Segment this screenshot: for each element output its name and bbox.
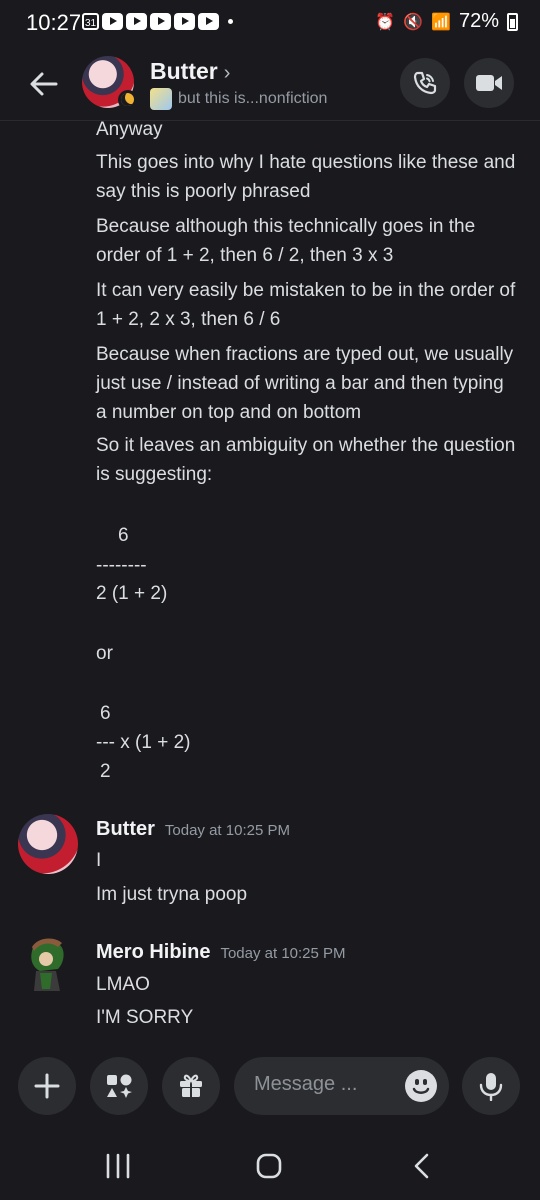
author-name: Butter — [96, 818, 155, 840]
custom-status-text: but this is...nonfiction — [178, 90, 328, 107]
recent-apps-icon[interactable] — [104, 1153, 132, 1179]
youtube-icon — [150, 13, 171, 30]
author-name: Mero Hibine — [96, 941, 211, 963]
phone-icon — [413, 71, 437, 95]
gift-icon — [180, 1074, 202, 1097]
add-attachment-button[interactable] — [18, 1057, 76, 1115]
notification-icons: 31 — [82, 13, 233, 30]
wifi-icon: 📶 — [431, 13, 451, 31]
chevron-right-icon: › — [223, 62, 231, 84]
message-line: I'M SORRY — [96, 1007, 194, 1028]
channel-title[interactable]: Butter › — [150, 58, 230, 85]
more-notifications-dot — [228, 19, 233, 24]
alarm-icon: ⏰ — [375, 13, 396, 31]
message-input[interactable]: Message ... — [234, 1057, 449, 1115]
emoji-icon[interactable] — [405, 1070, 437, 1102]
youtube-icon — [174, 13, 195, 30]
message-placeholder: Message ... — [254, 1073, 358, 1095]
home-icon[interactable] — [255, 1153, 283, 1179]
custom-status: but this is...nonfiction — [150, 88, 327, 110]
microphone-icon — [479, 1073, 503, 1101]
fraction-denominator: 2 (1 + 2) — [96, 583, 168, 604]
video-call-button[interactable] — [464, 58, 514, 108]
message-line: LMAO — [96, 974, 150, 995]
mute-icon: 🔇 — [403, 13, 424, 31]
smile-icon — [412, 1087, 430, 1094]
message-line: I — [96, 850, 102, 871]
system-navigation-bar — [0, 1135, 540, 1200]
fraction-expression: --- x (1 + 2) — [96, 732, 191, 753]
message-line: Because when fractions are typed out, we… — [96, 344, 514, 423]
calendar-icon: 31 — [82, 13, 99, 30]
message-line: This goes into why I hate questions like… — [96, 152, 516, 202]
message-line: It can very easily be mistaken to be in … — [96, 280, 516, 330]
battery-percent: 72% — [458, 10, 499, 32]
youtube-icon — [102, 13, 123, 30]
status-time: 10:27 — [26, 10, 82, 35]
avatar[interactable] — [18, 814, 78, 874]
message-line: or — [96, 643, 113, 664]
fraction-numerator: 6 — [118, 525, 129, 546]
fraction-denominator: 2 — [100, 761, 111, 782]
message-author[interactable]: Mero Hibine Today at 10:25 PM — [96, 941, 346, 964]
message-author[interactable]: Butter Today at 10:25 PM — [96, 818, 290, 841]
status-emoji-icon — [150, 88, 172, 110]
message-composer: Message ... — [0, 1045, 540, 1135]
message-line: Anyway — [96, 121, 163, 140]
message-list[interactable]: Anyway This goes into why I hate questio… — [0, 121, 540, 1041]
apps-icon — [107, 1074, 132, 1098]
message-line: So it leaves an ambiguity on whether the… — [96, 435, 516, 485]
message-line: Im just tryna poop — [96, 884, 248, 905]
battery-icon — [507, 12, 518, 31]
message-timestamp: Today at 10:25 PM — [164, 822, 290, 839]
gift-button[interactable] — [162, 1057, 220, 1115]
channel-title-text: Butter — [150, 58, 218, 84]
apps-button[interactable] — [90, 1057, 148, 1115]
status-bar: 10:27 31 ⏰ 🔇 📶 72% — [0, 0, 540, 48]
message-line: Because although this technically goes i… — [96, 216, 476, 266]
back-nav-icon[interactable] — [410, 1153, 434, 1179]
idle-status-icon — [118, 90, 138, 110]
back-arrow-icon[interactable] — [26, 66, 62, 102]
youtube-icon — [126, 13, 147, 30]
fraction-numerator: 6 — [100, 703, 111, 724]
youtube-icon — [198, 13, 219, 30]
plus-icon — [34, 1073, 60, 1099]
fraction-bar: -------- — [96, 555, 147, 576]
video-camera-icon — [476, 75, 502, 91]
avatar[interactable] — [18, 933, 78, 993]
system-icons: ⏰ 🔇 📶 72% — [375, 10, 518, 33]
channel-header: Butter › but this is...nonfiction — [0, 48, 540, 121]
voice-call-button[interactable] — [400, 58, 450, 108]
voice-message-button[interactable] — [462, 1057, 520, 1115]
message-timestamp: Today at 10:25 PM — [220, 945, 346, 962]
